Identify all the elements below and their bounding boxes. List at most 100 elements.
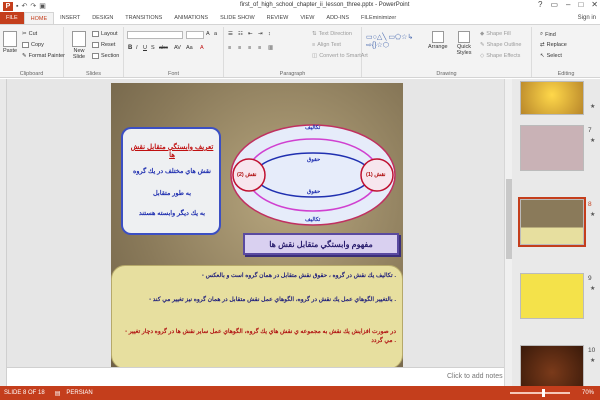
tab-view[interactable]: VIEW bbox=[294, 12, 320, 24]
shape-fill-button[interactable]: ◆ Shape Fill bbox=[480, 31, 511, 37]
effects-icon: ◇ bbox=[480, 53, 485, 59]
line-spacing-icon[interactable]: ↕ bbox=[268, 31, 271, 37]
bold-icon[interactable]: B bbox=[128, 45, 132, 51]
sign-in-link[interactable]: Sign in bbox=[578, 15, 596, 21]
section-button[interactable]: Section bbox=[92, 53, 119, 59]
format-painter-button[interactable]: ✎ Format Painter bbox=[22, 53, 65, 59]
redo-icon[interactable]: ↷ bbox=[30, 2, 36, 10]
zoom-slider[interactable] bbox=[510, 392, 570, 394]
current-slide[interactable]: تعريف وابستگي متقابل نقش ها نقش هاي مختل… bbox=[111, 83, 403, 369]
italic-icon[interactable]: I bbox=[136, 45, 138, 51]
minimize-icon[interactable]: – bbox=[566, 0, 570, 9]
thumbnail-number: 7 bbox=[588, 127, 592, 134]
find-button[interactable]: ⌕ Find bbox=[540, 31, 556, 38]
diagram-role-2: نقش (2) bbox=[237, 172, 257, 178]
underline-icon[interactable]: U bbox=[143, 45, 147, 51]
bullets-icon[interactable]: ☰ bbox=[228, 31, 233, 37]
animation-star-icon: ★ bbox=[590, 138, 596, 144]
tab-design[interactable]: DESIGN bbox=[86, 12, 119, 24]
font-size-combo[interactable] bbox=[186, 31, 204, 39]
change-case-icon[interactable]: Aa bbox=[186, 45, 193, 51]
slide-heading[interactable]: مفهوم وابستگي متقابل نقش ها bbox=[243, 233, 399, 255]
start-slideshow-icon[interactable]: ▣ bbox=[39, 2, 46, 10]
diagram-rights-lower: حقوق bbox=[307, 189, 321, 195]
new-slide-button[interactable]: New Slide bbox=[68, 31, 90, 60]
text-direction-button[interactable]: ⇅ Text Direction bbox=[312, 31, 352, 37]
editing-group: ⌕ Find ⇄ Replace ↖ Select Editing bbox=[532, 27, 600, 77]
select-button[interactable]: ↖ Select bbox=[540, 53, 562, 59]
align-right-icon[interactable]: ≡ bbox=[248, 45, 251, 51]
font-name-combo[interactable] bbox=[127, 31, 183, 39]
diagram-rights-upper: حقوق bbox=[307, 157, 321, 163]
zoom-slider-knob[interactable] bbox=[542, 389, 545, 397]
close-icon[interactable]: ✕ bbox=[591, 0, 598, 9]
diagram-bottom-label: تكاليف bbox=[305, 217, 321, 223]
zoom-level[interactable]: 70% bbox=[582, 390, 594, 396]
tab-transitions[interactable]: TRANSITIONS bbox=[119, 12, 168, 24]
grow-font-icon[interactable]: A bbox=[206, 31, 210, 37]
columns-icon[interactable]: ▥ bbox=[268, 45, 273, 51]
paragraph-1: - تكاليف يك نقش در گروه ، حقوق نقش متقاب… bbox=[201, 273, 396, 279]
decrease-indent-icon[interactable]: ⇤ bbox=[248, 31, 253, 37]
ribbon-display-icon[interactable]: ▭ bbox=[550, 0, 558, 9]
binoculars-icon: ⌕ bbox=[540, 31, 544, 37]
roles-diagram[interactable]: تكاليف حقوق نقش (2) نقش (1) حقوق تكاليف bbox=[229, 123, 397, 227]
replace-button[interactable]: ⇄ Replace bbox=[540, 42, 567, 48]
new-slide-icon bbox=[72, 31, 86, 47]
paste-button[interactable]: Paste bbox=[3, 31, 17, 54]
text-direction-icon: ⇅ bbox=[312, 31, 317, 37]
arrange-button[interactable]: Arrange bbox=[428, 31, 448, 50]
font-group: A a B I U S abc AV Aa A Font bbox=[124, 27, 224, 77]
shadow-icon[interactable]: S bbox=[151, 45, 155, 51]
align-text-button[interactable]: ≡ Align Text bbox=[312, 42, 341, 48]
thumbnail-image bbox=[520, 345, 584, 391]
maximize-icon[interactable]: □ bbox=[578, 0, 583, 9]
thumbnail-image bbox=[520, 125, 584, 171]
convert-smartart-button[interactable]: ◫ Convert to SmartArt bbox=[312, 53, 368, 59]
layout-button[interactable]: Layout bbox=[92, 31, 118, 37]
thumbnail-number: 9 bbox=[588, 275, 592, 282]
increase-indent-icon[interactable]: ⇥ bbox=[258, 31, 263, 37]
slides-label: Slides bbox=[86, 71, 101, 77]
tab-animations[interactable]: ANIMATIONS bbox=[168, 12, 214, 24]
language-indicator[interactable]: PERSIAN bbox=[66, 390, 92, 396]
definition-box[interactable]: تعريف وابستگي متقابل نقش ها نقش هاي مختل… bbox=[121, 127, 221, 235]
notes-pane[interactable]: Click to add notes bbox=[7, 367, 504, 386]
section-icon bbox=[92, 53, 99, 59]
tab-fileminimizer[interactable]: FILEminimizer bbox=[355, 12, 402, 24]
vertical-scrollbar[interactable] bbox=[504, 79, 512, 386]
tab-insert[interactable]: INSERT bbox=[54, 12, 86, 24]
cut-button[interactable]: ✂ Cut bbox=[22, 31, 37, 37]
thumbnail-image bbox=[518, 197, 586, 247]
window-controls: ? ▭ – □ ✕ bbox=[538, 0, 598, 9]
collapsed-thumbnail-pane[interactable] bbox=[0, 79, 7, 386]
save-icon[interactable]: ▪ bbox=[16, 3, 18, 10]
copy-button[interactable]: Copy bbox=[22, 42, 44, 48]
definition-line-2: به طور متقابل bbox=[152, 190, 192, 197]
shape-effects-button[interactable]: ◇ Shape Effects bbox=[480, 53, 520, 59]
tab-home[interactable]: HOME bbox=[23, 12, 55, 24]
justify-icon[interactable]: ≡ bbox=[258, 45, 261, 51]
undo-icon[interactable]: ↶ bbox=[21, 2, 27, 10]
reset-button[interactable]: Reset bbox=[92, 42, 115, 48]
clipboard-group: Paste ✂ Cut Copy ✎ Format Painter Clipboar… bbox=[0, 27, 65, 77]
quick-styles-button[interactable]: Quick Styles bbox=[454, 31, 474, 56]
help-icon[interactable]: ? bbox=[538, 0, 542, 9]
tab-slide-show[interactable]: SLIDE SHOW bbox=[214, 12, 261, 24]
char-spacing-icon[interactable]: AV bbox=[174, 45, 181, 51]
numbering-icon[interactable]: ☷ bbox=[238, 31, 243, 37]
shapes-gallery[interactable]: ▭○△╲ ▭⬠☆↳ ⇨{}☆⬡ bbox=[366, 33, 424, 49]
font-color-icon[interactable]: A bbox=[200, 45, 204, 51]
content-scroll-box[interactable]: - تكاليف يك نقش در گروه ، حقوق نقش متقاب… bbox=[111, 265, 403, 369]
copy-icon bbox=[22, 42, 29, 48]
proofing-icon[interactable]: ▤ bbox=[55, 390, 61, 397]
tab-review[interactable]: REVIEW bbox=[261, 12, 295, 24]
align-left-icon[interactable]: ≡ bbox=[228, 45, 231, 51]
shape-outline-button[interactable]: ✎ Shape Outline bbox=[480, 42, 521, 48]
strikethrough-icon[interactable]: abc bbox=[159, 45, 168, 51]
align-center-icon[interactable]: ≡ bbox=[238, 45, 241, 51]
tab-file[interactable]: FILE bbox=[0, 12, 24, 24]
fill-bucket-icon: ◆ bbox=[480, 31, 485, 37]
shrink-font-icon[interactable]: a bbox=[214, 31, 217, 37]
tab-add-ins[interactable]: ADD-INS bbox=[320, 12, 355, 24]
